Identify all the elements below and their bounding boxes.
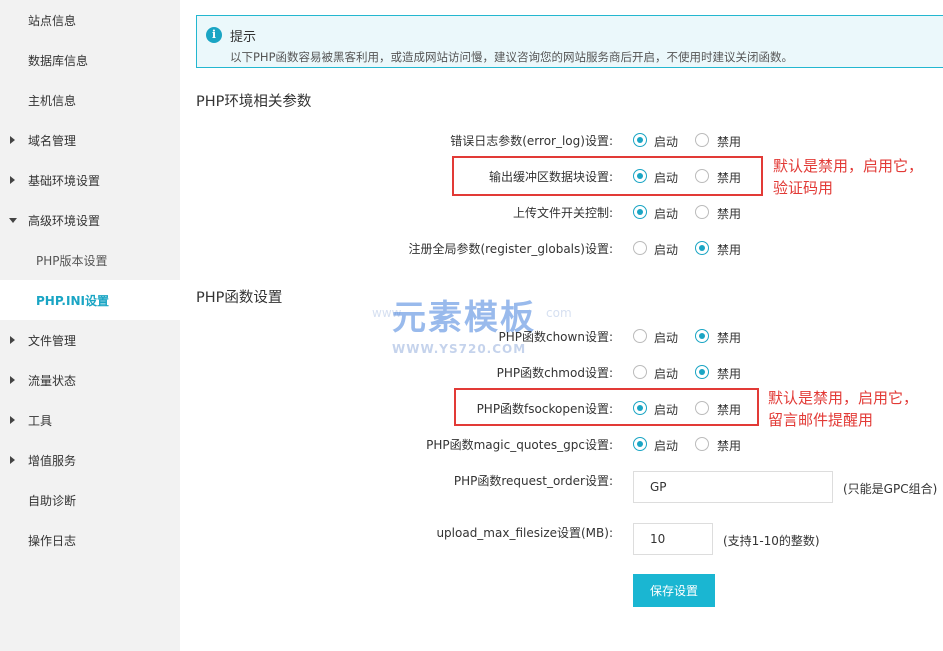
sidebar-item-php-ini[interactable]: PHP.INI设置	[0, 280, 180, 320]
sidebar-item-advanced-env[interactable]: 高级环境设置	[0, 200, 180, 240]
sidebar-item-label: PHP版本设置	[36, 254, 108, 268]
section-title-env: PHP环境相关参数	[196, 94, 312, 110]
radio-magic-quotes-off[interactable]	[695, 437, 709, 451]
sidebar-item-tools[interactable]: 工具	[0, 400, 180, 440]
info-icon: i	[206, 27, 222, 43]
radio-chown-on[interactable]	[633, 329, 647, 343]
sidebar-item-self-diagnose[interactable]: 自助诊断	[0, 480, 180, 520]
radio-file-uploads-on[interactable]	[633, 205, 647, 219]
sidebar-item-label: PHP.INI设置	[36, 294, 109, 308]
tip-box: i 提示 以下PHP函数容易被黑客利用，或造成网站访问慢，建议咨询您的网站服务商…	[196, 15, 943, 68]
sidebar-item-label: 工具	[28, 414, 53, 428]
radio-label: 禁用	[717, 243, 742, 257]
sidebar-item-label: 增值服务	[28, 454, 77, 468]
sidebar-item-label: 主机信息	[28, 94, 77, 108]
sidebar-item-file-manage[interactable]: 文件管理	[0, 320, 180, 360]
sidebar: 站点信息 数据库信息 主机信息 域名管理 基础环境设置 高级环境设置 PHP版本…	[0, 0, 180, 651]
sidebar-item-site-info[interactable]: 站点信息	[0, 0, 180, 40]
row-label-request-order: PHP函数request_order设置:	[453, 474, 613, 488]
radio-label: 启动	[654, 243, 679, 257]
request-order-hint: (只能是GPC组合)	[843, 482, 938, 496]
radio-label: 启动	[654, 135, 679, 149]
annotation-note-1-line2: 验证码用	[773, 179, 834, 197]
radio-error-log-on[interactable]	[633, 133, 647, 147]
caret-right-icon	[10, 336, 15, 344]
sidebar-item-label: 文件管理	[28, 334, 77, 348]
radio-label: 禁用	[717, 207, 742, 221]
caret-down-icon	[9, 218, 17, 223]
radio-register-globals-off[interactable]	[695, 241, 709, 255]
annotation-box-output-buffer	[452, 156, 763, 196]
row-label-register-globals: 注册全局参数(register_globals)设置:	[408, 242, 613, 256]
tip-text: 以下PHP函数容易被黑客利用，或造成网站访问慢，建议咨询您的网站服务商后开启，不…	[230, 50, 794, 64]
section-title-functions: PHP函数设置	[196, 290, 283, 306]
radio-label: 禁用	[717, 331, 742, 345]
sidebar-item-host-info[interactable]: 主机信息	[0, 80, 180, 120]
row-label-file-uploads: 上传文件开关控制:	[512, 206, 613, 220]
upload-max-input[interactable]	[633, 523, 713, 555]
watermark-right: com	[546, 306, 572, 320]
caret-right-icon	[10, 136, 15, 144]
radio-label: 禁用	[717, 367, 742, 381]
radio-register-globals-on[interactable]	[633, 241, 647, 255]
annotation-note-2-line1: 默认是禁用，启用它，	[768, 389, 919, 407]
sidebar-item-traffic[interactable]: 流量状态	[0, 360, 180, 400]
sidebar-item-database-info[interactable]: 数据库信息	[0, 40, 180, 80]
radio-magic-quotes-on[interactable]	[633, 437, 647, 451]
sidebar-item-domain[interactable]: 域名管理	[0, 120, 180, 160]
request-order-input[interactable]	[633, 471, 833, 503]
annotation-note-2-line2: 留言邮件提醒用	[768, 411, 874, 429]
radio-label: 禁用	[717, 135, 742, 149]
radio-label: 启动	[654, 331, 679, 345]
sidebar-item-php-version[interactable]: PHP版本设置	[0, 240, 180, 280]
sidebar-item-label: 站点信息	[28, 14, 77, 28]
sidebar-item-label: 高级环境设置	[28, 214, 101, 228]
annotation-box-fsockopen	[454, 388, 759, 426]
radio-label: 启动	[654, 207, 679, 221]
radio-error-log-off[interactable]	[695, 133, 709, 147]
sidebar-item-label: 操作日志	[28, 534, 77, 548]
radio-chmod-on[interactable]	[633, 365, 647, 379]
radio-label: 禁用	[717, 439, 742, 453]
row-label-upload-max: upload_max_filesize设置(MB):	[436, 526, 613, 540]
annotation-note-1-line1: 默认是禁用，启用它，	[773, 157, 924, 175]
upload-max-hint: (支持1-10的整数)	[723, 534, 820, 548]
tip-title: 提示	[230, 30, 257, 45]
caret-right-icon	[10, 176, 15, 184]
sidebar-item-basic-env[interactable]: 基础环境设置	[0, 160, 180, 200]
caret-right-icon	[10, 416, 15, 424]
caret-right-icon	[10, 376, 15, 384]
sidebar-item-label: 域名管理	[28, 134, 77, 148]
radio-chown-off[interactable]	[695, 329, 709, 343]
row-label-chown: PHP函数chown设置:	[498, 330, 613, 344]
row-label-chmod: PHP函数chmod设置:	[496, 366, 613, 380]
sidebar-item-label: 自助诊断	[28, 494, 77, 508]
row-label-error-log: 错误日志参数(error_log)设置:	[450, 134, 613, 148]
radio-file-uploads-off[interactable]	[695, 205, 709, 219]
watermark-left: www	[372, 306, 402, 320]
save-button[interactable]: 保存设置	[633, 574, 715, 607]
row-label-magic-quotes: PHP函数magic_quotes_gpc设置:	[426, 438, 613, 452]
radio-label: 启动	[654, 439, 679, 453]
radio-label: 启动	[654, 367, 679, 381]
sidebar-item-label: 基础环境设置	[28, 174, 101, 188]
caret-right-icon	[10, 456, 15, 464]
sidebar-item-label: 流量状态	[28, 374, 77, 388]
sidebar-item-operation-log[interactable]: 操作日志	[0, 520, 180, 560]
sidebar-item-value-added[interactable]: 增值服务	[0, 440, 180, 480]
radio-chmod-off[interactable]	[695, 365, 709, 379]
sidebar-item-label: 数据库信息	[28, 54, 89, 68]
